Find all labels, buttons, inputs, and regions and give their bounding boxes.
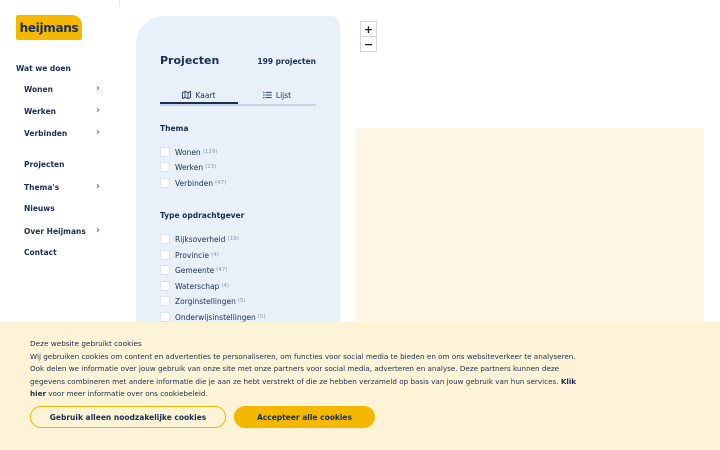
chevron-right-icon: › xyxy=(95,181,100,192)
cookie-text-part: Wij gebruiken cookies om content en adve… xyxy=(30,352,576,386)
option-count: (19) xyxy=(227,236,239,242)
list-icon xyxy=(263,91,272,99)
thema-heading: Thema xyxy=(160,124,189,133)
checkbox[interactable] xyxy=(160,296,170,306)
filter-option-gemeente[interactable]: Gemeente (47) xyxy=(160,265,228,275)
option-label: Waterschap xyxy=(175,281,220,291)
projects-map[interactable] xyxy=(356,128,704,338)
nav-item-label: Contact xyxy=(24,248,57,257)
option-count: (23) xyxy=(205,164,217,170)
filter-option-provincie[interactable]: Provincie (4) xyxy=(160,250,219,260)
panel-title: Projecten xyxy=(160,54,220,67)
nav-item-verbinden[interactable]: Verbinden › xyxy=(24,128,100,138)
checkbox[interactable] xyxy=(160,265,170,275)
checkbox[interactable] xyxy=(160,162,170,172)
checkbox[interactable] xyxy=(160,147,170,157)
view-tabs: Kaart Lijst xyxy=(160,88,316,106)
nav-item-label: Werken xyxy=(24,106,57,116)
nav-item-label: Thema's xyxy=(24,182,60,192)
option-count: (5) xyxy=(257,314,266,320)
nav-item-over-heijmans[interactable]: Over Heijmans › xyxy=(24,226,100,236)
option-count: (5) xyxy=(237,298,246,304)
nav-item-label: Over Heijmans xyxy=(24,226,86,236)
filter-option-wonen[interactable]: Wonen (129) xyxy=(160,147,217,157)
filter-option-waterschap[interactable]: Waterschap (4) xyxy=(160,281,229,291)
option-count: (47) xyxy=(214,180,227,186)
nav-item-projecten[interactable]: Projecten xyxy=(24,160,100,169)
option-count: (47) xyxy=(216,267,228,273)
checkbox[interactable] xyxy=(160,250,170,260)
chevron-right-icon: › xyxy=(95,225,100,236)
nav-item-label: Wonen xyxy=(24,84,53,94)
checkbox[interactable] xyxy=(160,178,170,188)
nav-heading: Wat we doen xyxy=(16,64,71,73)
option-label: Gemeente xyxy=(175,265,215,275)
checkbox[interactable] xyxy=(160,312,170,322)
option-label: Provincie xyxy=(175,250,209,260)
filter-option-rijksoverheid[interactable]: Rijksoverheid (19) xyxy=(160,234,239,244)
type-opdrachtgever-heading: Type opdrachtgever xyxy=(160,211,245,220)
option-label: Werken xyxy=(175,162,204,172)
necessary-cookies-button[interactable]: Gebruik alleen noodzakelijke cookies xyxy=(30,406,226,428)
option-label: Rijksoverheid xyxy=(175,234,226,244)
zoom-in-button[interactable]: + xyxy=(360,21,377,37)
filter-option-zorginstellingen[interactable]: Zorginstellingen (5) xyxy=(160,296,246,306)
accept-all-cookies-button[interactable]: Accepteer alle cookies xyxy=(234,406,375,428)
nav-item-themas[interactable]: Thema's › xyxy=(24,182,100,192)
chevron-right-icon: › xyxy=(95,127,100,138)
option-label: Wonen xyxy=(175,147,201,157)
checkbox[interactable] xyxy=(160,234,170,244)
nav-item-werken[interactable]: Werken › xyxy=(24,106,100,116)
option-label: Zorginstellingen xyxy=(175,296,236,306)
filter-option-verbinden[interactable]: Verbinden (47) xyxy=(160,178,226,188)
nav-item-nieuws[interactable]: Nieuws xyxy=(24,204,100,213)
option-count: (129) xyxy=(202,149,218,155)
filter-option-werken[interactable]: Werken (23) xyxy=(160,162,216,172)
cookie-text: Wij gebruiken cookies om content en adve… xyxy=(30,351,590,400)
cookie-title: Deze website gebruikt cookies xyxy=(30,339,142,348)
cookie-text-part: voor meer informatie over ons cookiebele… xyxy=(46,388,208,398)
project-count: 199 projecten xyxy=(257,57,316,66)
tab-label: Kaart xyxy=(195,90,216,100)
chevron-right-icon: › xyxy=(95,105,100,116)
nav-item-wonen[interactable]: Wonen › xyxy=(24,84,100,94)
option-count: (4) xyxy=(221,283,230,289)
tab-kaart[interactable]: Kaart xyxy=(160,88,238,104)
heijmans-logo[interactable]: heijmans xyxy=(16,15,82,40)
checkbox[interactable] xyxy=(160,281,170,291)
option-label: Onderwijsinstellingen xyxy=(175,312,256,322)
tab-label: Lijst xyxy=(275,90,292,100)
nav-item-label: Nieuws xyxy=(24,204,55,213)
nav-item-label: Verbinden xyxy=(24,128,68,138)
filter-option-onderwijsinstellingen[interactable]: Onderwijsinstellingen (5) xyxy=(160,312,266,322)
chevron-right-icon: › xyxy=(95,83,100,94)
cookie-banner: Deze website gebruikt cookies Wij gebrui… xyxy=(0,322,720,450)
option-label: Verbinden xyxy=(175,178,213,188)
tab-lijst[interactable]: Lijst xyxy=(238,88,316,102)
sidebar-divider xyxy=(119,0,120,6)
projects-filter-panel: Projecten 199 projecten Kaart Lijst Them… xyxy=(136,16,340,336)
zoom-out-button[interactable]: − xyxy=(360,36,377,52)
nav-item-contact[interactable]: Contact xyxy=(24,248,100,257)
nav-item-label: Projecten xyxy=(24,160,65,169)
option-count: (4) xyxy=(211,252,219,258)
map-icon xyxy=(182,91,192,99)
